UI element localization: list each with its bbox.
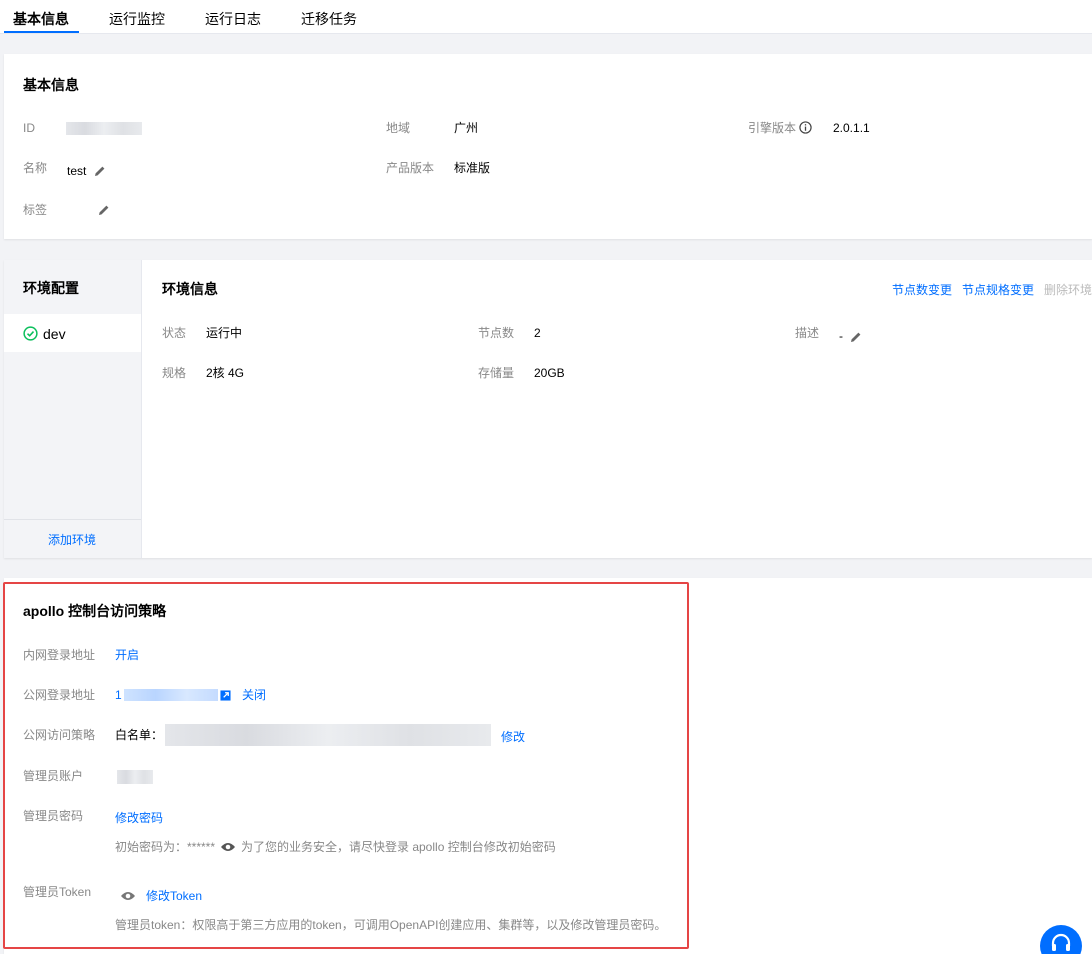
public-login-address-link[interactable]: 1	[115, 687, 122, 703]
environment-config-title: 环境配置	[23, 280, 79, 296]
id-label: ID	[23, 121, 35, 135]
engine-version-label: 引擎版本	[748, 121, 797, 135]
basic-info-card: 基本信息 ID 地域 广州 引擎版本 2.0.1.1 名称 test 产品版本 …	[4, 54, 1092, 239]
check-circle-icon	[23, 326, 38, 341]
eye-icon[interactable]	[220, 841, 236, 853]
env-name: dev	[43, 326, 66, 342]
token-hint: 管理员token：权限高于第三方应用的token，可调用OpenAPI创建应用、…	[115, 918, 667, 932]
public-policy-label: 公网访问策略	[23, 728, 96, 742]
admin-account-label: 管理员账户	[23, 769, 84, 783]
environment-info-title: 环境信息	[162, 281, 218, 297]
public-address-redacted	[124, 689, 218, 701]
nodes-label: 节点数	[478, 326, 515, 340]
status-label: 状态	[162, 326, 187, 340]
storage-value: 20GB	[534, 366, 565, 380]
name-value: test	[67, 164, 87, 178]
change-password-link[interactable]: 修改密码	[115, 810, 163, 826]
change-node-spec-link[interactable]: 节点规格变更	[962, 282, 1034, 298]
tab-monitoring[interactable]: 运行监控	[109, 9, 165, 29]
spec-label: 规格	[162, 366, 187, 380]
whitelist-ips-redacted	[165, 724, 491, 746]
info-icon[interactable]	[799, 121, 812, 134]
change-node-count-link[interactable]: 节点数变更	[892, 282, 952, 298]
edit-description-pencil-icon[interactable]	[850, 331, 862, 343]
tab-migration[interactable]: 迁移任务	[301, 9, 357, 29]
edit-name-pencil-icon[interactable]	[94, 165, 106, 177]
admin-password-label: 管理员密码	[23, 809, 84, 823]
id-value-redacted	[66, 122, 142, 135]
change-token-link[interactable]: 修改Token	[146, 888, 202, 904]
initial-password-hint-prefix: 初始密码为：******	[115, 840, 216, 854]
modify-policy-link[interactable]: 修改	[501, 729, 525, 745]
spec-value: 2核 4G	[206, 366, 245, 380]
status-value: 运行中	[206, 326, 243, 340]
initial-password-hint: 为了您的业务安全，请尽快登录 apollo 控制台修改初始密码	[241, 840, 556, 854]
tab-basic-info[interactable]: 基本信息	[13, 9, 69, 29]
add-environment-link[interactable]: 添加环境	[48, 532, 96, 548]
engine-version-value: 2.0.1.1	[833, 121, 870, 135]
apollo-access-policy-card: apollo 控制台访问策略 内网登录地址 开启 公网登录地址 1 关闭 公网访…	[3, 582, 689, 949]
region-label: 地域	[386, 121, 411, 135]
description-value: -	[839, 329, 843, 343]
environment-sidebar: 环境配置 dev 添加环境	[4, 260, 142, 558]
enable-intranet-link[interactable]: 开启	[115, 647, 139, 663]
storage-label: 存储量	[478, 366, 515, 380]
edit-tags-pencil-icon[interactable]	[98, 204, 110, 216]
nodes-value: 2	[534, 326, 541, 340]
external-link-icon[interactable]	[220, 690, 231, 701]
tags-label: 标签	[23, 203, 48, 217]
apollo-policy-title: apollo 控制台访问策略	[23, 603, 167, 619]
headset-icon	[1051, 933, 1071, 951]
region-value: 广州	[454, 121, 479, 135]
active-tab-indicator	[4, 31, 79, 33]
basic-info-title: 基本信息	[23, 77, 79, 93]
tab-logs[interactable]: 运行日志	[205, 9, 261, 29]
admin-account-redacted	[117, 770, 153, 784]
disable-public-link[interactable]: 关闭	[242, 687, 266, 703]
sidebar-footer: 添加环境	[4, 519, 141, 558]
public-login-label: 公网登录地址	[23, 688, 96, 702]
tab-bar: 基本信息 运行监控 运行日志 迁移任务	[0, 0, 1092, 34]
name-label: 名称	[23, 161, 48, 175]
delete-environment-link[interactable]: 删除环境	[1044, 282, 1092, 298]
whitelist-label: 白名单：	[115, 728, 164, 742]
admin-token-label: 管理员Token	[23, 885, 92, 899]
description-label: 描述	[795, 326, 820, 340]
edition-label: 产品版本	[386, 161, 435, 175]
token-eye-icon[interactable]	[120, 890, 136, 902]
edition-value: 标准版	[454, 161, 491, 175]
intranet-login-label: 内网登录地址	[23, 648, 96, 662]
sidebar-item-dev[interactable]: dev	[4, 314, 141, 352]
environment-card	[4, 260, 1092, 558]
